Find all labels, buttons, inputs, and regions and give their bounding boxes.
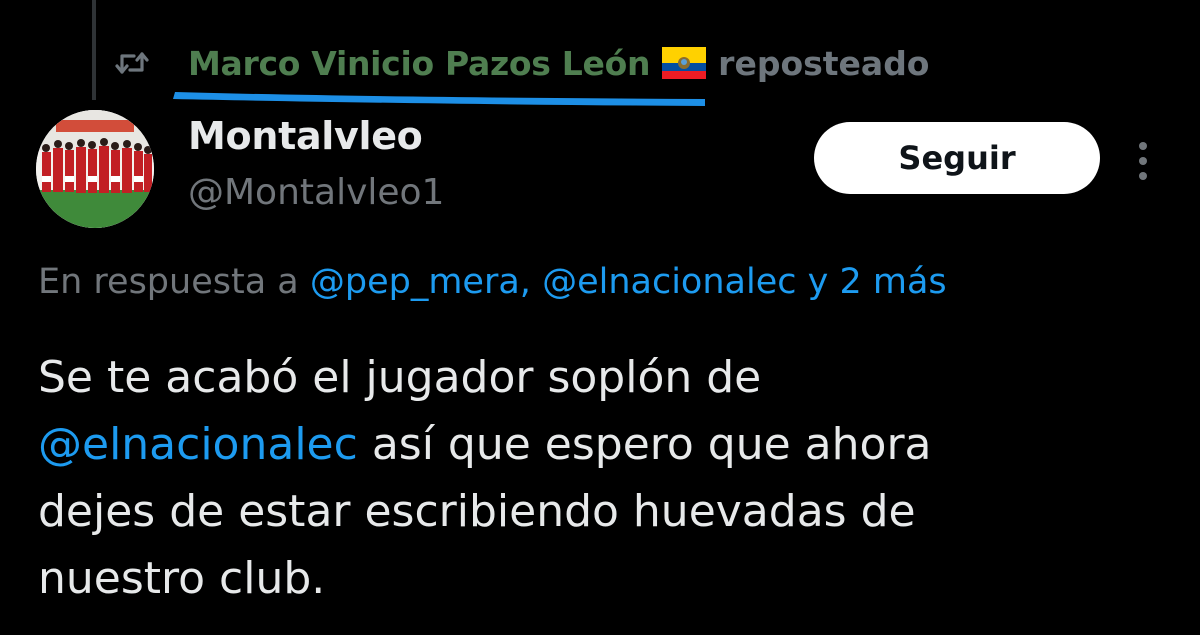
highlight-underline-annotation — [173, 92, 705, 106]
more-mentions-link[interactable]: y 2 más — [808, 262, 947, 302]
author-display-name[interactable]: Montalvleo — [188, 114, 423, 158]
reposter-name[interactable]: Marco Vinicio Pazos León — [188, 44, 650, 83]
tweet-line: @elnacionalec así que espero que ahora — [38, 411, 1158, 478]
repost-context: Marco Vinicio Pazos León reposteado — [112, 38, 929, 88]
thread-connector-line — [92, 0, 96, 100]
tweet-line: dejes de estar escribiendo huevadas de — [38, 486, 916, 537]
reply-prefix: En respuesta a — [38, 262, 299, 302]
mention-link[interactable]: @elnacionalec — [38, 419, 358, 470]
tweet-line: nuestro club. — [38, 553, 326, 604]
reply-context: En respuesta a @pep_mera, @elnacionalec … — [38, 262, 947, 302]
tweet-text: Se te acabó el jugador soplón de @elnaci… — [38, 344, 1158, 612]
more-vertical-icon — [1139, 142, 1147, 180]
ecuador-flag-icon — [662, 47, 707, 79]
follow-button[interactable]: Seguir — [814, 122, 1100, 194]
mention-link[interactable]: @pep_mera, — [310, 262, 531, 302]
mention-link[interactable]: @elnacionalec — [542, 262, 796, 302]
repost-label: reposteado — [718, 43, 930, 83]
repost-icon — [112, 43, 152, 83]
tweet-line-text: así que espero que ahora — [357, 419, 932, 470]
author-avatar[interactable] — [36, 110, 154, 228]
more-options-button[interactable] — [1128, 136, 1158, 186]
author-handle[interactable]: @Montalvleo1 — [188, 172, 444, 213]
tweet-line: Se te acabó el jugador soplón de — [38, 352, 762, 403]
